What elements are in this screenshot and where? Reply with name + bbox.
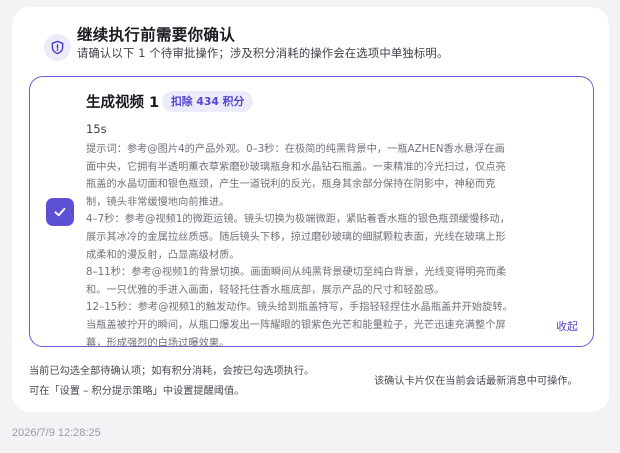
dialog-title: 继续执行前需要你确认	[77, 26, 236, 44]
checkmark-icon	[54, 207, 66, 217]
footer-settings-note: 可在「设置 – 积分提示策略」中设置提醒阈值。	[29, 386, 245, 397]
credit-cost-badge: 扣除 434 积分	[162, 91, 254, 112]
dialog-subtitle: 请确认以下 1 个待审批操作；涉及积分消耗的操作会在选项中单独标明。	[77, 47, 449, 60]
video-duration: 15s	[86, 122, 107, 136]
approval-card[interactable]: 生成视频 1 扣除 434 积分 15s 提示词：参考@图片4的产品外观。0–3…	[29, 76, 594, 349]
footer-session-note: 该确认卡片仅在当前会话最新消息中可操作。	[374, 376, 578, 387]
footer-selection-note: 当前已勾选全部待确认项；如有积分消耗，会按已勾选项执行。	[29, 366, 315, 377]
footer-notes: 当前已勾选全部待确认项；如有积分消耗，会按已勾选项执行。 可在「设置 – 积分提…	[29, 362, 314, 402]
message-timestamp: 2026/7/9 12:28:25	[12, 427, 101, 439]
collapse-button[interactable]: 收起	[556, 318, 578, 334]
approval-checkbox[interactable]	[46, 198, 74, 226]
operation-title: 生成视频 1	[86, 95, 160, 111]
shield-icon	[44, 34, 71, 61]
prompt-text: 提示词：参考@图片4的产品外观。0–3秒：在极简的纯黑背景中，一瓶AZHEN香水…	[86, 144, 513, 349]
